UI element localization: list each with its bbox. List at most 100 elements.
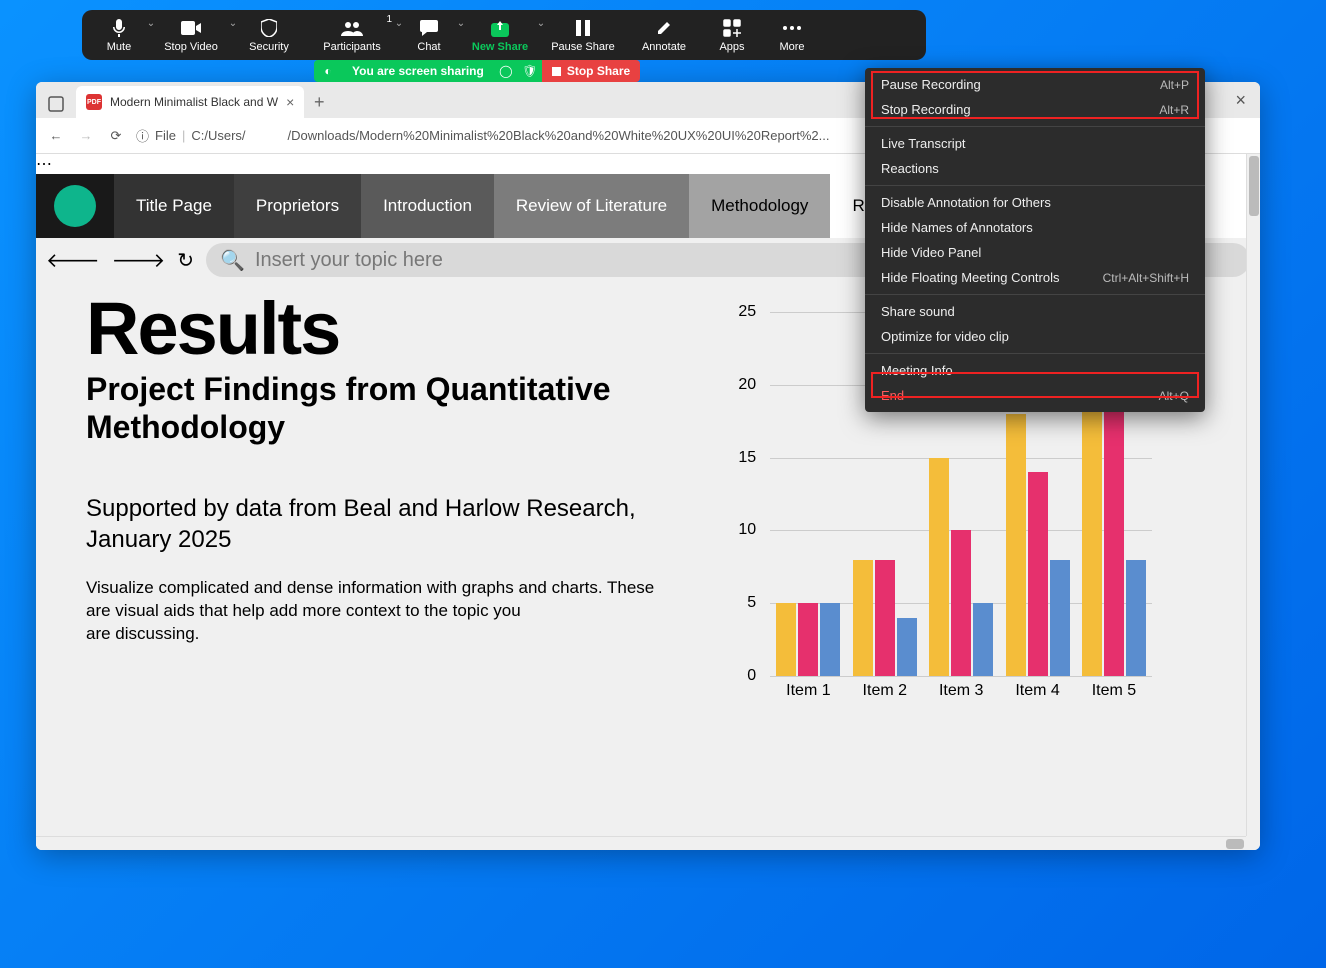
menu-item[interactable]: Share sound xyxy=(865,299,1205,324)
pencil-icon xyxy=(656,17,672,39)
zoom-toolbar: Mute ⌄ Stop Video ⌄ Security Participant… xyxy=(82,10,926,60)
scrollbar-thumb[interactable] xyxy=(1249,156,1259,216)
browser-tab[interactable]: PDF Modern Minimalist Black and W × xyxy=(76,86,304,118)
menu-item-label: Optimize for video clip xyxy=(881,329,1009,344)
x-tick: Item 3 xyxy=(939,682,983,712)
bar xyxy=(1126,560,1146,676)
menu-item-shortcut: Ctrl+Alt+Shift+H xyxy=(1103,271,1189,285)
search-placeholder: Insert your topic here xyxy=(255,249,443,272)
menu-item-label: Disable Annotation for Others xyxy=(881,195,1051,210)
bar xyxy=(897,618,917,676)
page-support-text: Supported by data from Beal and Harlow R… xyxy=(86,493,682,555)
participants-button[interactable]: Participants 1 ⌄ xyxy=(306,10,398,60)
new-tab-button[interactable]: + xyxy=(304,86,334,118)
menu-item[interactable]: Hide Video Panel xyxy=(865,240,1205,265)
menu-item-shortcut: Alt+R xyxy=(1159,103,1189,117)
bar-group xyxy=(776,603,840,676)
bar-group xyxy=(1082,370,1146,676)
new-share-button[interactable]: New Share ⌄ xyxy=(460,10,540,60)
annotate-button[interactable]: Annotate xyxy=(626,10,702,60)
mute-label: Mute xyxy=(107,41,131,53)
more-icon xyxy=(782,17,802,39)
people-icon xyxy=(341,17,363,39)
nav-proprietors[interactable]: Proprietors xyxy=(234,174,361,238)
back-button[interactable]: ← xyxy=(46,128,66,143)
nav-review[interactable]: Review of Literature xyxy=(494,174,689,238)
nav-methodology[interactable]: Methodology xyxy=(689,174,830,238)
y-tick: 5 xyxy=(747,594,756,612)
menu-item[interactable]: Stop Recording Alt+R xyxy=(865,97,1205,122)
nav-title-page[interactable]: Title Page xyxy=(114,174,234,238)
window-close-button[interactable]: × xyxy=(1235,90,1246,111)
security-button[interactable]: Security xyxy=(232,10,306,60)
bar xyxy=(875,560,895,676)
bar xyxy=(1104,385,1124,676)
stop-video-button[interactable]: Stop Video ⌄ xyxy=(150,10,232,60)
logo-circle xyxy=(54,185,96,227)
bar xyxy=(853,560,873,676)
mute-button[interactable]: Mute ⌄ xyxy=(88,10,150,60)
page-subheading: Project Findings from Quantitative Metho… xyxy=(86,370,682,447)
menu-item[interactable]: Meeting Info xyxy=(865,358,1205,383)
menu-item-label: Hide Floating Meeting Controls xyxy=(881,270,1059,285)
bar xyxy=(1050,560,1070,676)
new-share-label: New Share xyxy=(472,41,528,53)
scrollbar-thumb[interactable] xyxy=(1226,839,1244,849)
stop-share-button[interactable]: Stop Share xyxy=(542,60,640,82)
menu-item[interactable]: Optimize for video clip xyxy=(865,324,1205,349)
search-icon: 🔍 xyxy=(220,248,245,273)
menu-item[interactable]: EndAlt+Q xyxy=(865,383,1205,408)
apps-button[interactable]: Apps xyxy=(702,10,762,60)
page-paragraph-2: are discussing. xyxy=(86,623,682,646)
more-dropdown-menu: Pause RecordingAlt+P Stop Recording Alt+R L… xyxy=(865,68,1205,412)
stop-icon xyxy=(552,67,561,76)
participants-count: 1 xyxy=(386,14,392,25)
x-tick: Item 4 xyxy=(1015,682,1059,712)
gridline xyxy=(770,676,1152,677)
sharing-status-label: You are screen sharing xyxy=(342,60,494,82)
tab-close-button[interactable]: × xyxy=(286,94,294,110)
menu-item[interactable]: Hide Names of Annotators xyxy=(865,215,1205,240)
mic-icon xyxy=(111,17,127,39)
video-icon xyxy=(181,17,201,39)
y-tick: 10 xyxy=(738,521,756,539)
menu-item-label: Stop Recording xyxy=(881,102,971,117)
y-tick: 20 xyxy=(738,376,756,394)
url-path-right: /Downloads/Modern%20Minimalist%20Black%2… xyxy=(288,128,830,143)
forward-button[interactable]: → xyxy=(76,128,96,143)
menu-item[interactable]: Live Transcript xyxy=(865,131,1205,156)
pause-icon xyxy=(576,17,590,39)
bar-group xyxy=(929,458,993,676)
menu-item[interactable]: Pause RecordingAlt+P xyxy=(865,72,1205,97)
chat-button[interactable]: Chat ⌄ xyxy=(398,10,460,60)
nav-introduction[interactable]: Introduction xyxy=(361,174,494,238)
refresh-icon[interactable]: ↻ xyxy=(177,248,194,273)
chat-icon xyxy=(420,17,438,39)
menu-item[interactable]: Hide Floating Meeting Controls Ctrl+Alt+S… xyxy=(865,265,1205,290)
status-shield-icon[interactable]: 🛡 xyxy=(518,60,542,82)
bar xyxy=(798,603,818,676)
chat-label: Chat xyxy=(417,41,440,53)
more-button[interactable]: More xyxy=(762,10,822,60)
bar xyxy=(973,603,993,676)
pause-share-label: Pause Share xyxy=(551,41,615,53)
vertical-scrollbar[interactable] xyxy=(1246,154,1260,836)
status-circle-icon[interactable]: ◯ xyxy=(494,60,518,82)
annotate-label: Annotate xyxy=(642,41,686,53)
apps-label: Apps xyxy=(719,41,744,53)
bar-group xyxy=(853,560,917,676)
menu-item[interactable]: Reactions xyxy=(865,156,1205,181)
x-tick: Item 1 xyxy=(786,682,830,712)
horizontal-scrollbar[interactable] xyxy=(36,836,1246,850)
menu-item[interactable]: Disable Annotation for Others xyxy=(865,190,1205,215)
forward-arrow-icon[interactable]: 🡒 xyxy=(112,248,166,273)
recording-indicator-icon: ◐ xyxy=(314,60,342,82)
pause-share-button[interactable]: Pause Share xyxy=(540,10,626,60)
back-arrow-icon[interactable]: 🡐 xyxy=(46,248,100,273)
tab-overview-button[interactable] xyxy=(42,90,70,118)
more-label: More xyxy=(779,41,804,53)
bar xyxy=(951,530,971,676)
share-up-icon xyxy=(491,17,509,39)
reload-button[interactable]: ⟳ xyxy=(106,128,126,144)
menu-item-label: Hide Video Panel xyxy=(881,245,981,260)
